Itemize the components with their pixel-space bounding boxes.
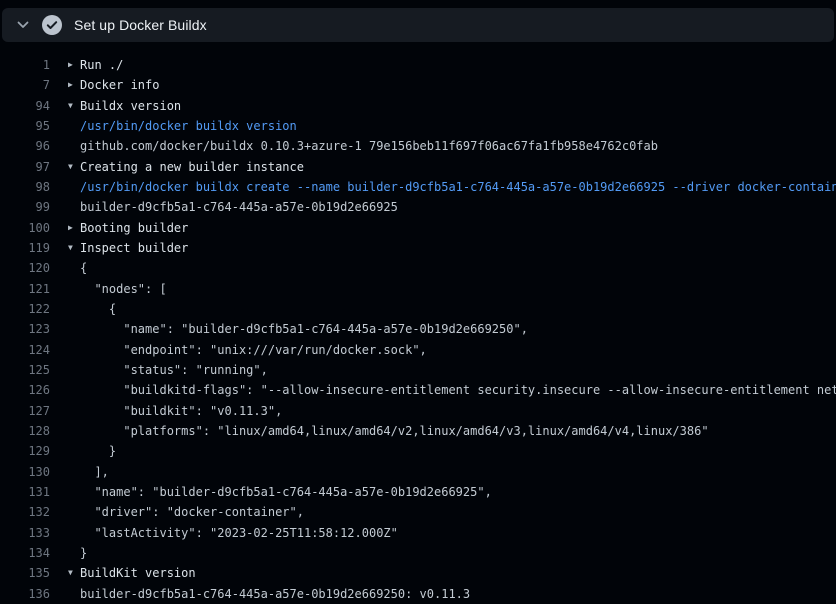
command-text: /usr/bin/docker buildx create --name bui… — [80, 177, 836, 197]
line-number-link[interactable]: 121 — [0, 279, 50, 299]
step-title: Set up Docker Buildx — [74, 17, 207, 33]
line-number-link[interactable]: 119 — [0, 238, 50, 258]
line-number-link[interactable]: 94 — [0, 96, 50, 116]
output-text: } — [80, 543, 87, 563]
log-line: 130 ], — [0, 462, 836, 482]
log-line: 95/usr/bin/docker buildx version — [0, 116, 836, 136]
log-line: 132 "driver": "docker-container", — [0, 502, 836, 522]
line-number-link[interactable]: 132 — [0, 502, 50, 522]
line-number-link[interactable]: 128 — [0, 421, 50, 441]
group-label: BuildKit version — [80, 563, 196, 583]
line-number-link[interactable]: 124 — [0, 340, 50, 360]
log-viewer: 1▶Run ./7▶Docker info94▼Buildx version95… — [0, 55, 836, 604]
output-text: } — [80, 441, 116, 461]
log-line: 96 github.com/docker/buildx 0.10.3+azure-… — [0, 136, 836, 156]
line-number-link[interactable]: 130 — [0, 462, 50, 482]
group-label: Buildx version — [80, 96, 181, 116]
line-number-link[interactable]: 129 — [0, 441, 50, 461]
output-text: "driver": "docker-container", — [80, 502, 304, 522]
log-line: 122 { — [0, 299, 836, 319]
log-group-row[interactable]: 119 ▼Inspect builder — [0, 238, 836, 258]
line-number-link[interactable]: 99 — [0, 197, 50, 217]
check-circle-icon — [42, 15, 62, 35]
log-group-row[interactable]: 7 ▶Docker info — [0, 75, 836, 95]
line-number-link[interactable]: 100 — [0, 218, 50, 238]
log-line: 134} — [0, 543, 836, 563]
log-line: 136 builder-d9cfb5a1-c764-445a-a57e-0b19d… — [0, 584, 836, 604]
group-collapsed-icon[interactable]: ▶ — [68, 75, 80, 95]
line-number-link[interactable]: 97 — [0, 157, 50, 177]
output-text: "name": "builder-d9cfb5a1-c764-445a-a57e… — [80, 482, 492, 502]
group-label: Creating a new builder instance — [80, 157, 304, 177]
log-group-row[interactable]: 94 ▼Buildx version — [0, 96, 836, 116]
group-label: Inspect builder — [80, 238, 188, 258]
output-text: "lastActivity": "2023-02-25T11:58:12.000… — [80, 523, 398, 543]
output-text: github.com/docker/buildx 0.10.3+azure-1 … — [80, 136, 658, 156]
log-group-row[interactable]: 135 ▼BuildKit version — [0, 563, 836, 583]
command-text: /usr/bin/docker buildx version — [80, 116, 297, 136]
log-line: 129 } — [0, 441, 836, 461]
log-line: 98/usr/bin/docker buildx create --name b… — [0, 177, 836, 197]
output-text: "buildkit": "v0.11.3", — [80, 401, 282, 421]
group-collapsed-icon[interactable]: ▶ — [68, 218, 80, 238]
output-text: builder-d9cfb5a1-c764-445a-a57e-0b19d2e6… — [80, 584, 470, 604]
line-number-link[interactable]: 7 — [0, 75, 50, 95]
output-text: ], — [80, 462, 109, 482]
output-text: "platforms": "linux/amd64,linux/amd64/v2… — [80, 421, 709, 441]
line-number-link[interactable]: 127 — [0, 401, 50, 421]
output-text: builder-d9cfb5a1-c764-445a-a57e-0b19d2e6… — [80, 197, 398, 217]
output-text: "status": "running", — [80, 360, 268, 380]
log-line: 121 "nodes": [ — [0, 279, 836, 299]
group-expanded-icon[interactable]: ▼ — [68, 563, 80, 583]
group-label: Booting builder — [80, 218, 188, 238]
log-line: 127 "buildkit": "v0.11.3", — [0, 401, 836, 421]
line-number-link[interactable]: 126 — [0, 380, 50, 400]
log-line: 123 "name": "builder-d9cfb5a1-c764-445a-… — [0, 319, 836, 339]
log-group-row[interactable]: 1 ▶Run ./ — [0, 55, 836, 75]
log-group-row[interactable]: 100 ▶Booting builder — [0, 218, 836, 238]
line-number-link[interactable]: 136 — [0, 584, 50, 604]
line-number-link[interactable]: 98 — [0, 177, 50, 197]
group-label: Run ./ — [80, 55, 123, 75]
line-number-link[interactable]: 131 — [0, 482, 50, 502]
line-number-link[interactable]: 125 — [0, 360, 50, 380]
group-expanded-icon[interactable]: ▼ — [68, 238, 80, 258]
output-text: "nodes": [ — [80, 279, 167, 299]
line-number-link[interactable]: 122 — [0, 299, 50, 319]
output-text: "endpoint": "unix:///var/run/docker.sock… — [80, 340, 427, 360]
group-expanded-icon[interactable]: ▼ — [68, 96, 80, 116]
log-line: 124 "endpoint": "unix:///var/run/docker.… — [0, 340, 836, 360]
step-header[interactable]: Set up Docker Buildx — [2, 8, 834, 42]
log-line: 120 { — [0, 258, 836, 278]
line-number-link[interactable]: 133 — [0, 523, 50, 543]
line-number-link[interactable]: 1 — [0, 55, 50, 75]
group-expanded-icon[interactable]: ▼ — [68, 157, 80, 177]
line-number-link[interactable]: 96 — [0, 136, 50, 156]
output-text: { — [80, 258, 87, 278]
output-text: "buildkitd-flags": "--allow-insecure-ent… — [80, 380, 836, 400]
line-number-link[interactable]: 95 — [0, 116, 50, 136]
line-number-link[interactable]: 120 — [0, 258, 50, 278]
log-group-row[interactable]: 97 ▼Creating a new builder instance — [0, 157, 836, 177]
log-line: 133 "lastActivity": "2023-02-25T11:58:12… — [0, 523, 836, 543]
log-line: 125 "status": "running", — [0, 360, 836, 380]
line-number-link[interactable]: 135 — [0, 563, 50, 583]
group-label: Docker info — [80, 75, 159, 95]
output-text: { — [80, 299, 116, 319]
log-line: 128 "platforms": "linux/amd64,linux/amd6… — [0, 421, 836, 441]
log-line: 131 "name": "builder-d9cfb5a1-c764-445a-… — [0, 482, 836, 502]
log-line: 99 builder-d9cfb5a1-c764-445a-a57e-0b19d2… — [0, 197, 836, 217]
output-text: "name": "builder-d9cfb5a1-c764-445a-a57e… — [80, 319, 528, 339]
chevron-down-icon[interactable] — [15, 17, 31, 33]
group-collapsed-icon[interactable]: ▶ — [68, 55, 80, 75]
line-number-link[interactable]: 134 — [0, 543, 50, 563]
line-number-link[interactable]: 123 — [0, 319, 50, 339]
log-line: 126 "buildkitd-flags": "--allow-insecure… — [0, 380, 836, 400]
